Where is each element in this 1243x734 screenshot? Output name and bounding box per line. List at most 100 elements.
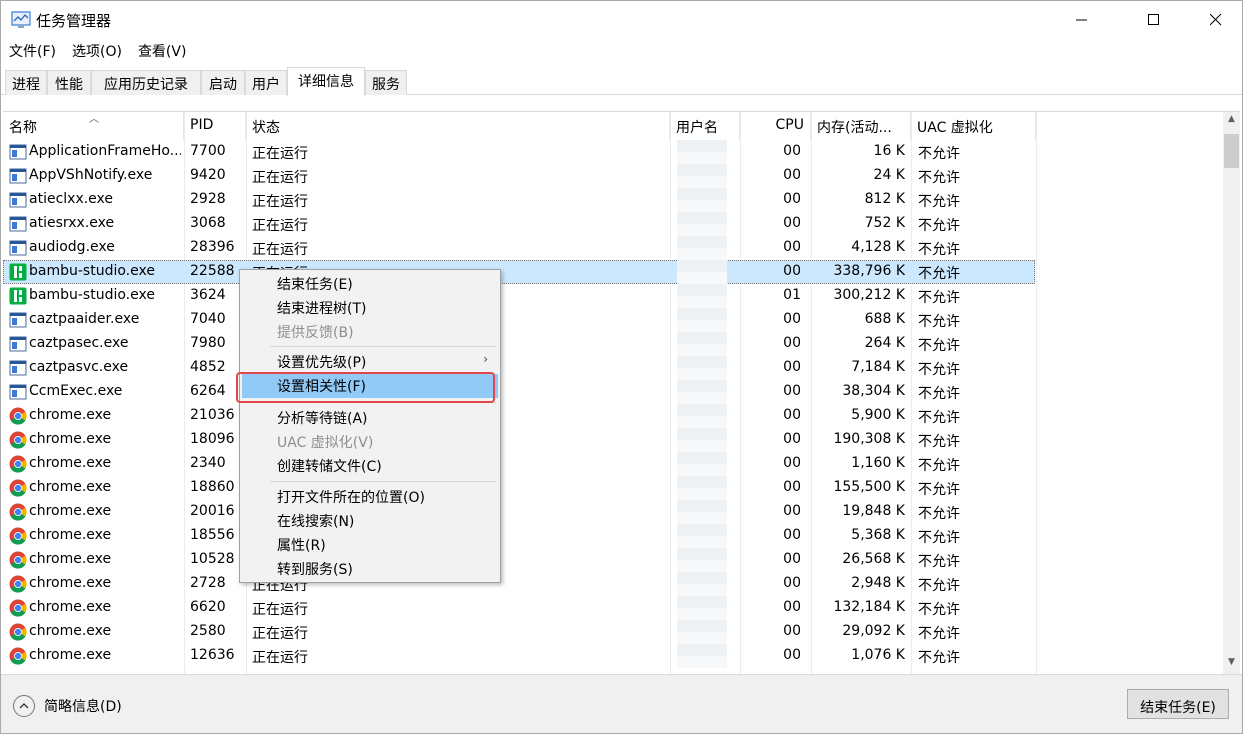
table-row[interactable]: bambu-studio.exe3624正在运行01300,212 K不允许	[3, 284, 1223, 308]
table-row[interactable]: caztpasvc.exe4852正在运行007,184 K不允许	[3, 356, 1223, 380]
process-uac: 不允许	[918, 458, 960, 474]
column-header-name[interactable]: 名称 ︿	[3, 112, 184, 140]
tab-app-history[interactable]: 应用历史记录	[91, 70, 201, 95]
menu-view[interactable]: 查看(V)	[130, 39, 195, 63]
process-pid: 9420	[190, 167, 226, 183]
process-status: 正在运行	[252, 602, 308, 618]
process-uac: 不允许	[918, 146, 960, 162]
process-cpu: 00	[783, 359, 801, 375]
process-cpu: 00	[783, 431, 801, 447]
scroll-down-icon[interactable]: ▼	[1223, 657, 1240, 673]
table-row[interactable]: atieclxx.exe 2928 正在运行 00 812 K 不允许	[3, 188, 1223, 212]
username-redaction	[677, 140, 727, 668]
column-header-name-label: 名称	[9, 120, 37, 136]
table-row[interactable]: audiodg.exe 28396 正在运行 00 4,128 K 不允许	[3, 236, 1223, 260]
tab-services[interactable]: 服务	[365, 70, 407, 95]
table-row[interactable]: chrome.exe18860正在运行00155,500 K不允许	[3, 476, 1223, 500]
process-memory: 1,076 K	[851, 647, 905, 663]
ctx-end-process-tree[interactable]: 结束进程树(T)	[242, 296, 498, 320]
table-row[interactable]: chrome.exe2340正在运行001,160 K不允许	[3, 452, 1223, 476]
process-cpu: 00	[783, 647, 801, 663]
process-uac: 不允许	[918, 290, 960, 306]
process-memory: 338,796 K	[833, 263, 905, 279]
process-name: chrome.exe	[29, 623, 112, 639]
vertical-scrollbar[interactable]: ▲ ▼	[1223, 112, 1240, 674]
tab-bar: 进程 性能 应用历史记录 启动 用户 详细信息 服务	[1, 67, 1242, 96]
process-status: 正在运行	[252, 242, 308, 258]
ctx-create-dump-file[interactable]: 创建转储文件(C)	[242, 454, 498, 478]
column-header-status[interactable]: 状态	[246, 112, 670, 140]
process-memory: 5,368 K	[851, 527, 905, 543]
process-cpu: 00	[783, 599, 801, 615]
process-cpu: 00	[783, 335, 801, 351]
process-pid: 28396	[190, 239, 235, 255]
process-name: chrome.exe	[29, 551, 112, 567]
table-body: ApplicationFrameHo... 7700 正在运行 00 16 K 不允许 Ap…	[3, 140, 1223, 668]
ctx-search-online[interactable]: 在线搜索(N)	[242, 509, 498, 533]
table-row[interactable]: chrome.exe21036正在运行005,900 K不允许	[3, 404, 1223, 428]
close-button[interactable]	[1193, 1, 1239, 39]
ctx-open-file-location[interactable]: 打开文件所在的位置(O)	[242, 485, 498, 509]
process-status: 正在运行	[252, 626, 308, 642]
close-icon	[1210, 14, 1222, 26]
process-name: chrome.exe	[29, 575, 112, 591]
process-pid: 18556	[190, 527, 235, 543]
menu-separator	[270, 481, 496, 482]
table-row[interactable]: bambu-studio.exe22588正在运行00338,796 K不允许	[3, 260, 1035, 284]
task-manager-icon	[11, 11, 31, 28]
table-row[interactable]: atiesrxx.exe 3068 正在运行 00 752 K 不允许	[3, 212, 1223, 236]
table-row[interactable]: caztpaaider.exe7040正在运行00688 K不允许	[3, 308, 1223, 332]
menu-options[interactable]: 选项(O)	[64, 39, 130, 63]
table-row[interactable]: chrome.exe10528正在运行0026,568 K不允许	[3, 548, 1223, 572]
tab-processes[interactable]: 进程	[5, 70, 47, 95]
column-header-uac[interactable]: UAC 虚拟化	[911, 112, 1036, 140]
table-row[interactable]: ApplicationFrameHo... 7700 正在运行 00 16 K 不允许	[3, 140, 1223, 164]
table-row[interactable]: chrome.exe 2728 正在运行 00 2,948 K 不允许	[3, 572, 1223, 596]
column-header-pid[interactable]: PID	[184, 112, 246, 140]
process-cpu: 01	[783, 287, 801, 303]
column-header-memory[interactable]: 内存(活动...	[811, 112, 911, 140]
fewer-details-chevron-icon[interactable]	[13, 695, 35, 717]
tab-performance[interactable]: 性能	[47, 70, 91, 95]
chrome-icon	[9, 431, 27, 449]
context-menu: 结束任务(E) 结束进程树(T) 提供反馈(B) 设置优先级(P) › 设置相关性(F) 分…	[239, 269, 501, 583]
table-row[interactable]: AppVShNotify.exe 9420 正在运行 00 24 K 不允许	[3, 164, 1223, 188]
minimize-button[interactable]	[1059, 1, 1105, 39]
column-header-cpu[interactable]: CPU	[740, 112, 811, 140]
table-row[interactable]: CcmExec.exe6264正在运行0038,304 K不允许	[3, 380, 1223, 404]
process-uac: 不允许	[918, 314, 960, 330]
process-uac: 不允许	[918, 266, 960, 282]
ctx-properties[interactable]: 属性(R)	[242, 533, 498, 557]
menu-item-label: 在线搜索(N)	[277, 514, 355, 530]
tab-details[interactable]: 详细信息	[287, 67, 365, 96]
tab-users[interactable]: 用户	[245, 70, 287, 95]
column-header-user[interactable]: 用户名	[670, 112, 740, 140]
table-row[interactable]: chrome.exe18556正在运行005,368 K不允许	[3, 524, 1223, 548]
scroll-up-icon[interactable]: ▲	[1223, 114, 1240, 130]
end-task-button[interactable]: 结束任务(E)	[1127, 689, 1229, 719]
process-name: CcmExec.exe	[29, 383, 123, 399]
process-cpu: 00	[783, 527, 801, 543]
ctx-analyze-wait-chain[interactable]: 分析等待链(A)	[242, 406, 498, 430]
process-name: bambu-studio.exe	[29, 263, 155, 279]
table-row[interactable]: chrome.exe 12636 正在运行 00 1,076 K 不允许	[3, 644, 1223, 668]
maximize-icon	[1148, 14, 1159, 25]
scrollbar-thumb[interactable]	[1224, 134, 1239, 168]
table-row[interactable]: caztpasec.exe7980正在运行00264 K不允许	[3, 332, 1223, 356]
menu-file[interactable]: 文件(F)	[1, 39, 64, 63]
tab-startup[interactable]: 启动	[201, 70, 245, 95]
process-name: chrome.exe	[29, 647, 112, 663]
maximize-button[interactable]	[1131, 1, 1177, 39]
ctx-go-to-services[interactable]: 转到服务(S)	[242, 557, 498, 581]
process-pid: 12636	[190, 647, 235, 663]
ctx-end-task[interactable]: 结束任务(E)	[242, 272, 498, 296]
process-pid: 18096	[190, 431, 235, 447]
ctx-set-priority[interactable]: 设置优先级(P) ›	[242, 350, 498, 374]
table-row[interactable]: chrome.exe 2580 正在运行 00 29,092 K 不允许	[3, 620, 1223, 644]
process-name: atiesrxx.exe	[29, 215, 115, 231]
table-row[interactable]: chrome.exe18096正在运行00190,308 K不允许	[3, 428, 1223, 452]
table-row[interactable]: chrome.exe20016正在运行0019,848 K不允许	[3, 500, 1223, 524]
fewer-details-link[interactable]: 简略信息(D)	[44, 696, 122, 716]
process-name: caztpaaider.exe	[29, 311, 140, 327]
table-row[interactable]: chrome.exe 6620 正在运行 00 132,184 K 不允许	[3, 596, 1223, 620]
